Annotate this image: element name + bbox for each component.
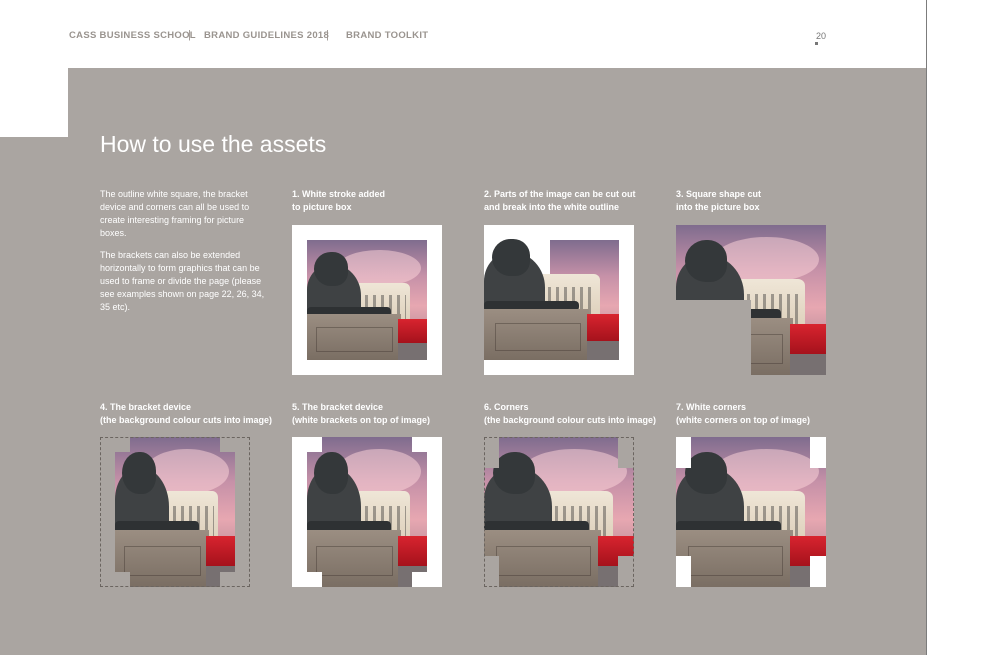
page-number: 20 [816,31,827,41]
example-bracket-cut [100,437,250,587]
caption-6: 6. Corners (the background colour cuts i… [484,402,657,425]
lion-photo [307,240,427,360]
caption-7: 7. White corners (white corners on top o… [676,402,811,425]
intro-text: The outline white square, the bracket de… [100,188,265,323]
dashed-guide [484,437,634,587]
intro-paragraph: The outline white square, the bracket de… [100,189,250,238]
caption-3: 3. Square shape cut into the picture box [676,189,762,212]
dashed-guide [100,437,250,587]
white-corner [810,556,826,587]
white-bracket [412,572,427,587]
cut-square [676,300,751,375]
content-panel: How to use the assets The outline white … [0,68,926,655]
page-title: How to use the assets [100,131,327,158]
header-separator: | [188,29,191,41]
lion-photo [307,437,427,587]
header-separator: | [326,29,329,41]
white-corner [676,556,691,587]
lion-photo [484,225,619,360]
intro-paragraph: The brackets can also be extended horizo… [100,250,265,312]
header-school-name: CASS BUSINESS SCHOOL [69,30,196,41]
example-square-cut [676,225,826,375]
header-guidelines: BRAND GUIDELINES 2018 [204,30,330,41]
page-mark [815,42,818,45]
lion-photo [676,437,826,587]
white-corner [676,437,691,468]
example-white-brackets [292,437,442,587]
caption-4: 4. The bracket device (the background co… [100,402,273,425]
page-header: CASS BUSINESS SCHOOL | BRAND GUIDELINES … [0,0,926,68]
caption-1: 1. White stroke added to picture box [292,189,386,212]
caption-2: 2. Parts of the image can be cut out and… [484,189,636,212]
caption-5: 5. The bracket device (white brackets on… [292,402,431,425]
white-bracket [307,572,322,587]
example-corner-cut [484,437,634,587]
example-white-corners [676,437,826,587]
white-bracket [307,437,322,452]
example-break-outline [484,225,634,375]
example-white-stroke [292,225,442,375]
white-bracket [412,437,427,452]
white-corner [810,437,826,468]
header-section: BRAND TOOLKIT [346,30,429,41]
corner-notch [0,68,68,137]
brochure-page: CASS BUSINESS SCHOOL | BRAND GUIDELINES … [0,0,927,655]
